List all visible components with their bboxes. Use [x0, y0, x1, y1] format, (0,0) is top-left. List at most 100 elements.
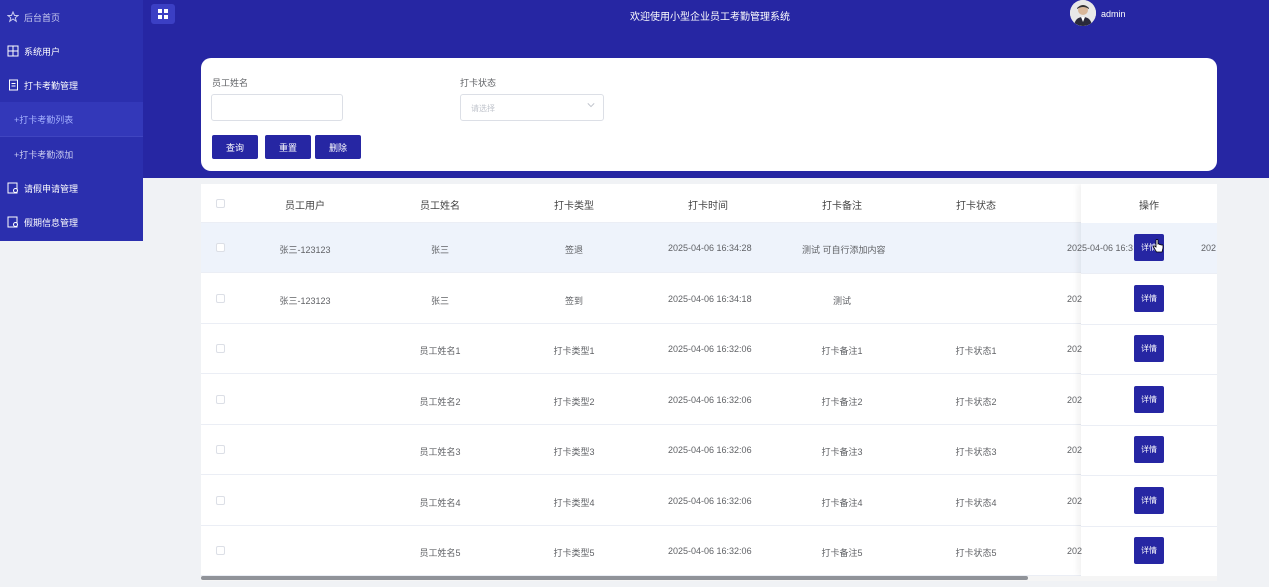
- row-checkbox[interactable]: [216, 344, 225, 353]
- delete-button[interactable]: 删除: [315, 135, 361, 159]
- table-cell-overflow: 202: [1067, 344, 1083, 354]
- table-cell-overflow: 202: [1067, 495, 1083, 506]
- table-cell: 张三: [430, 245, 449, 255]
- hand-pointer-icon: [1152, 239, 1164, 253]
- form-icon: [6, 181, 20, 195]
- table-cell: 2025-04-06 16:34:28: [668, 243, 752, 253]
- table-row[interactable]: 员工姓名1 打卡类型1 2025-04-06 16:32:06 打卡备注1 打卡状态1: [201, 324, 1217, 374]
- table-cell: 2025-04-06 16:32:06: [668, 344, 752, 354]
- employee-name-input[interactable]: [211, 94, 343, 121]
- table-cell: 打卡备注4: [821, 497, 863, 508]
- row-checkbox[interactable]: [216, 394, 225, 404]
- row-divider: [1081, 273, 1217, 274]
- table-row[interactable]: 员工姓名4 打卡类型4 2025-04-06 16:32:06 打卡备注4 打卡状态4: [201, 476, 1217, 526]
- sidebar-item-label: 请假申请管理: [24, 183, 79, 194]
- table-row[interactable]: 张三-123123 张三 签到 2025-04-06 16:34:18 测试: [201, 274, 1217, 324]
- sidebar-subitem-attendance-list[interactable]: +打卡考勤列表: [0, 102, 143, 136]
- sidebar-item-home[interactable]: 后台首页: [0, 0, 143, 34]
- row-divider: [1081, 525, 1217, 527]
- sidebar-item-system-users[interactable]: 系统用户: [0, 34, 143, 68]
- table-cell-overflow: 202: [1067, 445, 1083, 455]
- status-select[interactable]: 请选择: [460, 94, 604, 121]
- table-cell: 2025-04-06 16:32:06: [668, 394, 752, 405]
- user-avatar-icon: [1070, 0, 1096, 26]
- menu-toggle-button[interactable]: [151, 4, 175, 24]
- sidebar-item-label: 打卡考勤管理: [24, 80, 79, 91]
- operation-header: 操作: [1139, 201, 1159, 212]
- status-select-placeholder: 请选择: [471, 104, 495, 113]
- column-header[interactable]: 员工姓名: [400, 197, 480, 212]
- row-checkbox[interactable]: [216, 495, 225, 505]
- table-cell: 打卡状态5: [955, 548, 997, 558]
- row-checkbox[interactable]: [216, 243, 225, 252]
- row-divider: [1081, 374, 1217, 375]
- grid-menu-icon: [158, 9, 168, 19]
- star-icon: [6, 10, 20, 24]
- table-cell: 打卡状态2: [955, 396, 997, 407]
- query-button[interactable]: 查询: [212, 135, 258, 159]
- column-header[interactable]: 打卡备注: [802, 197, 882, 212]
- chevron-down-icon: [587, 101, 595, 112]
- table-cell: 打卡类型3: [553, 447, 595, 457]
- sidebar-item-label: 假期信息管理: [24, 217, 79, 228]
- detail-button[interactable]: 详情: [1134, 335, 1164, 362]
- detail-button[interactable]: 详情: [1134, 284, 1164, 312]
- detail-button[interactable]: 详情: [1134, 436, 1164, 463]
- horizontal-scrollbar-thumb[interactable]: [201, 576, 1028, 580]
- table-cell: 张三-123123: [279, 245, 331, 255]
- row-checkbox[interactable]: [216, 445, 225, 454]
- table-row[interactable]: 员工姓名2 打卡类型2 2025-04-06 16:32:06 打卡备注2 打卡状态2: [201, 375, 1217, 425]
- sidebar: 后台首页 系统用户 打卡考勤管理 +打卡考勤列表 +打卡考勤添加 请假申请管理 …: [0, 0, 143, 241]
- detail-button[interactable]: 详情: [1134, 385, 1164, 413]
- sidebar-item-leave[interactable]: 请假申请管理: [0, 171, 143, 205]
- table-cell: 打卡状态4: [955, 497, 997, 508]
- document-icon: [6, 78, 20, 92]
- table-cell: 打卡备注2: [821, 396, 863, 407]
- table-cell: 打卡类型5: [553, 548, 595, 558]
- table-cell: 打卡状态3: [955, 447, 997, 457]
- table-cell: 员工姓名4: [419, 497, 461, 508]
- table-cell: 2025-04-06 16:32:06: [668, 445, 752, 455]
- table-row[interactable]: 员工姓名5 打卡类型5 2025-04-06 16:32:06 打卡备注5 打卡状态5: [201, 526, 1217, 576]
- table-cell: 打卡类型4: [553, 497, 595, 508]
- column-header[interactable]: 打卡状态: [936, 197, 1016, 212]
- table-cell-overflow: 202: [1067, 546, 1083, 556]
- table-cell: 打卡备注1: [821, 346, 863, 356]
- sidebar-item-holiday[interactable]: 假期信息管理: [0, 205, 143, 239]
- table-cell: 张三: [430, 295, 449, 306]
- row-checkbox[interactable]: [216, 546, 225, 555]
- table-cell: 2025-04-06 16:32:06: [668, 495, 752, 506]
- table-cell: 员工姓名2: [419, 396, 461, 407]
- table-cell: 打卡类型1: [553, 346, 595, 356]
- column-header[interactable]: 打卡类型: [534, 197, 614, 212]
- row-divider: [1081, 475, 1217, 476]
- table-cell: 打卡类型2: [553, 396, 595, 407]
- table-cell: 员工姓名1: [419, 346, 461, 356]
- table-cell: 打卡备注3: [821, 447, 863, 457]
- select-all-checkbox[interactable]: [216, 199, 225, 208]
- table-row[interactable]: 员工姓名3 打卡类型3 2025-04-06 16:32:06 打卡备注3 打卡状态3: [201, 425, 1217, 475]
- name-label: 员工姓名: [212, 78, 249, 88]
- table-cell: 测试 可自行添加内容: [802, 245, 886, 255]
- sidebar-item-attendance[interactable]: 打卡考勤管理: [0, 68, 143, 102]
- table-cell: 打卡状态1: [955, 346, 997, 356]
- column-header[interactable]: 员工用户: [265, 197, 345, 212]
- detail-button[interactable]: 详情: [1134, 486, 1164, 514]
- table-cell: 2025-04-06 16:32:06: [668, 546, 752, 556]
- sidebar-subitem-attendance-add[interactable]: +打卡考勤添加: [0, 137, 143, 171]
- table-cell-overflow: 202: [1201, 243, 1217, 253]
- table-cell: 签到: [564, 295, 583, 306]
- table-cell: 员工姓名5: [419, 548, 461, 558]
- table-cell: 打卡备注5: [821, 548, 863, 558]
- table-row[interactable]: 张三-123123 张三 签退 2025-04-06 16:34:28 测试 可自行添加…: [201, 223, 1217, 273]
- row-divider: [1081, 424, 1217, 426]
- avatar[interactable]: [1070, 0, 1096, 26]
- row-checkbox[interactable]: [216, 293, 225, 303]
- detail-button[interactable]: 详情: [1134, 537, 1164, 564]
- username[interactable]: admin: [1101, 9, 1126, 19]
- table-cell: 签退: [564, 245, 583, 255]
- column-header[interactable]: 打卡时间: [668, 197, 748, 212]
- reset-button[interactable]: 重置: [265, 135, 311, 159]
- data-table: 员工用户 员工姓名 打卡类型 打卡时间 打卡备注 打卡状态 张三-123123 张…: [201, 184, 1217, 576]
- table-cell: 测试: [832, 295, 851, 306]
